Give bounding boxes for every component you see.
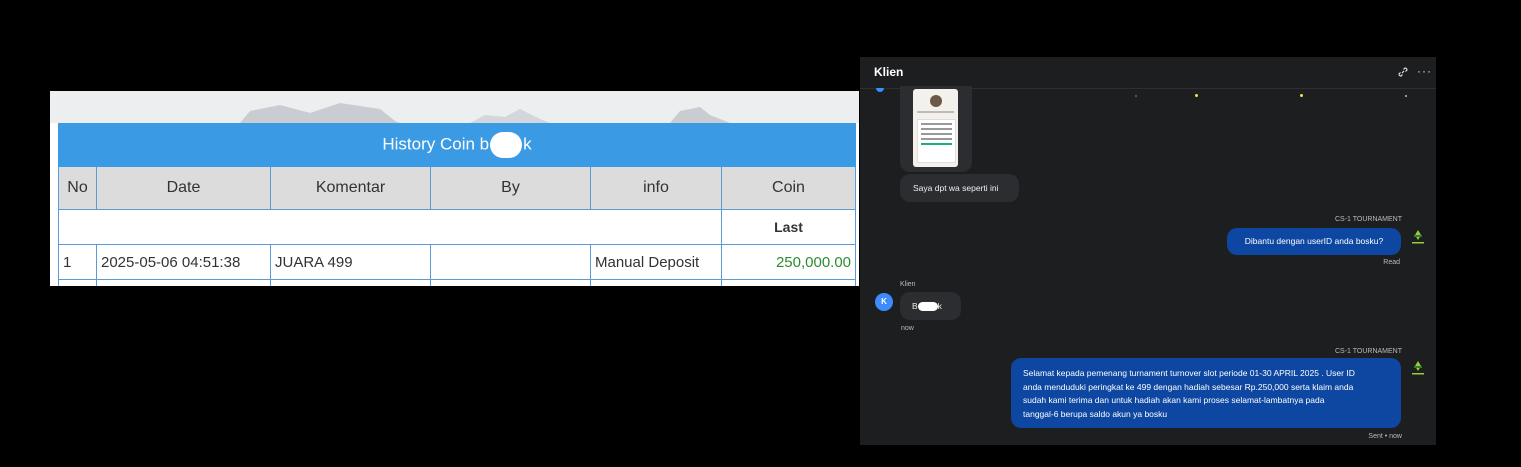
cell-empty <box>58 279 97 286</box>
thumbnail-text-line <box>921 133 952 135</box>
image-message[interactable] <box>900 86 972 172</box>
sender-name: CS-1 TOURNAMENT <box>1334 348 1402 355</box>
chat-title: Klien <box>874 65 904 79</box>
thumbnail-text-line <box>921 138 952 140</box>
decorative-dot <box>1135 95 1137 97</box>
thumbnail-avatar <box>930 95 942 107</box>
thumbnail-card <box>917 119 956 163</box>
thumbnail-text-line <box>921 128 952 130</box>
summary-row: Last <box>58 209 857 245</box>
decorative-dot <box>1195 94 1198 97</box>
chat-header: Klien ··· <box>860 57 1436 89</box>
thumbnail-line <box>917 111 954 113</box>
history-coin-table: History Coin b k No Date Komentar By info… <box>57 123 857 286</box>
avatar-partial <box>876 88 884 92</box>
cell-by <box>430 244 591 280</box>
message-text: Dibantu dengan userID anda bosku? <box>1244 236 1384 246</box>
sent-status: Sent • now <box>1368 433 1402 440</box>
table-row: 1 2025-05-06 04:51:38 JUARA 499 Manual D… <box>58 244 857 280</box>
column-header-komentar[interactable]: Komentar <box>270 166 431 210</box>
cell-no: 1 <box>58 244 97 280</box>
message-line: sudah kami terima dan untuk hadiah akan … <box>1023 395 1325 405</box>
column-header-coin[interactable]: Coin <box>720 166 857 210</box>
message-line: tanggal-6 berupa saldo akun ya bosku <box>1023 408 1168 419</box>
message-text-prefix: B <box>912 301 918 311</box>
message-line: anda menduduki peringkat ke 499 dengan h… <box>1023 381 1354 392</box>
message-bubble-outgoing[interactable]: Selamat kepada pemenang turnament turnov… <box>1011 358 1401 428</box>
chat-panel: Klien ··· Saya dpt wa seperti ini CS-1 T… <box>860 57 1436 445</box>
cell-empty <box>430 279 591 286</box>
redacted-username <box>490 132 523 158</box>
message-bubble-outgoing[interactable]: Dibantu dengan userID anda bosku? <box>1227 228 1401 255</box>
tournament-logo-icon <box>1409 228 1427 246</box>
message-text: Saya dpt wa seperti ini <box>913 183 999 193</box>
cell-info: Manual Deposit <box>590 244 722 280</box>
column-header-by[interactable]: By <box>430 166 591 210</box>
link-icon[interactable] <box>1397 66 1409 78</box>
cell-empty <box>720 279 857 286</box>
sender-name: CS-1 TOURNAMENT <box>1334 216 1402 223</box>
table-title: History Coin b k <box>57 123 857 167</box>
decorative-dot <box>1405 95 1407 97</box>
redacted-text <box>917 302 938 312</box>
read-status: Read <box>1383 259 1400 266</box>
column-header-no[interactable]: No <box>58 166 97 210</box>
message-line: Selamat kepada pemenang turnament turnov… <box>1023 368 1355 378</box>
table-title-suffix: k <box>523 134 532 154</box>
tournament-logo-icon <box>1409 359 1427 377</box>
last-label: Last <box>720 209 857 245</box>
message-text-suffix: k <box>937 301 942 311</box>
cell-komentar: JUARA 499 <box>270 244 431 280</box>
column-header-info[interactable]: info <box>590 166 722 210</box>
thumbnail-text-line <box>921 143 952 145</box>
cell-coin: 250,000.00 <box>720 244 857 280</box>
message-bubble-incoming[interactable]: Saya dpt wa seperti ini <box>900 174 1019 202</box>
column-header-date[interactable]: Date <box>96 166 271 210</box>
avatar[interactable]: K <box>875 293 893 311</box>
message-timestamp: now <box>901 325 914 332</box>
table-title-prefix: History Coin b <box>382 134 490 154</box>
decorative-dot <box>1300 94 1303 97</box>
cell-empty <box>96 279 271 286</box>
summary-spacer <box>58 209 722 245</box>
cell-empty <box>270 279 431 286</box>
world-map-background <box>50 91 859 123</box>
more-options-icon[interactable]: ··· <box>1417 64 1432 78</box>
message-bubble-incoming[interactable]: Bk <box>900 292 961 320</box>
cell-empty <box>590 279 722 286</box>
cell-date: 2025-05-06 04:51:38 <box>96 244 271 280</box>
thumbnail-text-line <box>921 123 952 125</box>
table-row-partial <box>58 279 857 286</box>
sender-name: Klien <box>900 281 916 288</box>
screenshot-thumbnail[interactable] <box>913 89 958 167</box>
history-coin-panel: History Coin b k No Date Komentar By info… <box>50 91 859 286</box>
